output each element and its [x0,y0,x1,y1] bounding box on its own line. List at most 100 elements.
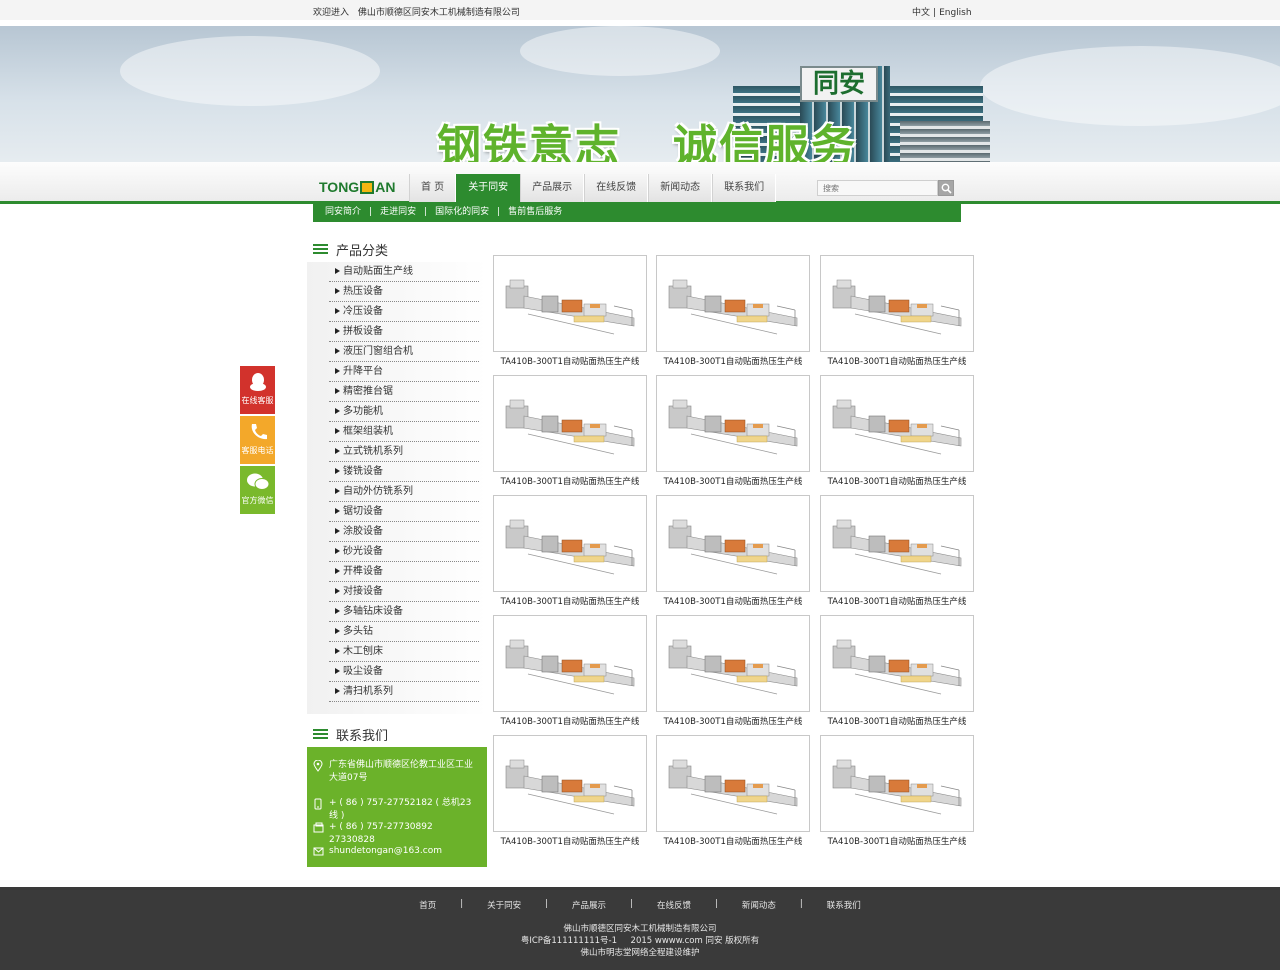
footer-link[interactable]: 在线反馈 [657,899,691,911]
product-card[interactable]: TA410B-300T1自动贴面热压生产线 [820,375,974,487]
category-item[interactable]: 自动贴面生产线 [329,262,479,282]
product-card[interactable]: TA410B-300T1自动贴面热压生产线 [493,735,647,847]
category-item[interactable]: 多轴钻床设备 [329,602,479,622]
category-item[interactable]: 木工刨床 [329,642,479,662]
fax-icon [313,822,324,833]
category-item[interactable]: 镂铣设备 [329,462,479,482]
sub-nav: 同安简介 | 走进同安 | 国际化的同安 | 售前售后服务 [313,204,961,222]
category-item[interactable]: 热压设备 [329,282,479,302]
search-button[interactable] [938,180,954,196]
lang-chinese-link[interactable]: 中文 [912,8,930,18]
product-card[interactable]: TA410B-300T1自动贴面热压生产线 [493,375,647,487]
product-card[interactable]: TA410B-300T1自动贴面热压生产线 [493,255,647,367]
category-item[interactable]: 自动外仿铣系列 [329,482,479,502]
product-image [656,255,810,352]
lang-english-link[interactable]: English [939,8,972,18]
product-image [656,615,810,712]
product-card[interactable]: TA410B-300T1自动贴面热压生产线 [820,255,974,367]
search-box [817,180,954,197]
sub-nav-item[interactable]: 同安简介 [325,204,361,221]
building-image [900,121,990,162]
product-card[interactable]: TA410B-300T1自动贴面热压生产线 [656,375,810,487]
product-image [820,375,974,472]
product-caption: TA410B-300T1自动贴面热压生产线 [663,597,803,607]
product-image [493,255,647,352]
machine-image [505,759,635,815]
footer-link[interactable]: 首页 [419,899,436,911]
sub-nav-item[interactable]: 走进同安 [380,204,416,221]
product-image [820,255,974,352]
welcome-prefix: 欢迎进入 [313,8,350,18]
product-caption: TA410B-300T1自动贴面热压生产线 [827,357,967,367]
product-caption: TA410B-300T1自动贴面热压生产线 [500,717,640,727]
product-card[interactable]: TA410B-300T1自动贴面热压生产线 [656,495,810,607]
arrow-right-icon [335,508,340,514]
category-item[interactable]: 立式铣机系列 [329,442,479,462]
category-label: 多轴钻床设备 [343,606,403,617]
arrow-right-icon [335,608,340,614]
category-item[interactable]: 开榫设备 [329,562,479,582]
category-item[interactable]: 对接设备 [329,582,479,602]
nav-item-6[interactable]: 联系我们 [712,174,777,202]
product-card[interactable]: TA410B-300T1自动贴面热压生产线 [820,735,974,847]
machine-image [668,759,798,815]
category-label: 自动外仿铣系列 [343,486,413,497]
category-item[interactable]: 吸尘设备 [329,662,479,682]
sub-nav-item[interactable]: 售前售后服务 [508,204,562,221]
category-item[interactable]: 砂光设备 [329,542,479,562]
category-item[interactable]: 多功能机 [329,402,479,422]
category-item[interactable]: 锯切设备 [329,502,479,522]
online-service-button[interactable]: 在线客服 [240,366,275,414]
category-label: 砂光设备 [343,546,383,557]
nav-item-2[interactable]: 关于同安 [456,174,521,202]
welcome-text: 欢迎进入 佛山市顺德区同安木工机械制造有限公司 [313,5,526,18]
category-item[interactable]: 清扫机系列 [329,682,479,702]
product-card[interactable]: TA410B-300T1自动贴面热压生产线 [820,495,974,607]
category-label: 多功能机 [343,406,383,417]
category-label: 涂胶设备 [343,526,383,537]
category-item[interactable]: 涂胶设备 [329,522,479,542]
product-card[interactable]: TA410B-300T1自动贴面热压生产线 [820,615,974,727]
company-logo[interactable]: TONG AN [319,179,395,195]
footer-link[interactable]: 新闻动态 [742,899,776,911]
product-caption: TA410B-300T1自动贴面热压生产线 [500,477,640,487]
nav-item-3[interactable]: 产品展示 [520,174,585,202]
category-item[interactable]: 框架组装机 [329,422,479,442]
sub-nav-separator: | [369,207,373,217]
search-input[interactable] [817,180,938,196]
contact-address: 广东省佛山市顺德区伦教工业区工业大道07号 [329,760,474,783]
category-item[interactable]: 多头钻 [329,622,479,642]
category-item[interactable]: 冷压设备 [329,302,479,322]
category-label: 立式铣机系列 [343,446,403,457]
product-card[interactable]: TA410B-300T1自动贴面热压生产线 [493,615,647,727]
product-caption: TA410B-300T1自动贴面热压生产线 [827,597,967,607]
product-image [493,735,647,832]
contact-email[interactable]: shundetongan@163.com [329,845,479,858]
official-wechat-button[interactable]: 官方微信 [240,466,275,514]
nav-item-5[interactable]: 新闻动态 [648,174,713,202]
footer-link[interactable]: 联系我们 [827,899,861,911]
nav-item-4[interactable]: 在线反馈 [584,174,649,202]
nav-item-1[interactable]: 首 页 [409,174,457,202]
product-card[interactable]: TA410B-300T1自动贴面热压生产线 [493,495,647,607]
product-card[interactable]: TA410B-300T1自动贴面热压生产线 [656,735,810,847]
contact-panel: 广东省佛山市顺德区伦教工业区工业大道07号 + ( 86 ) 757-27752… [307,747,487,867]
category-item[interactable]: 拼板设备 [329,322,479,342]
category-item[interactable]: 精密推台锯 [329,382,479,402]
category-label: 升降平台 [343,366,383,377]
footer-link[interactable]: 产品展示 [572,899,606,911]
product-card[interactable]: TA410B-300T1自动贴面热压生产线 [656,255,810,367]
category-item[interactable]: 液压门窗组合机 [329,342,479,362]
service-phone-button[interactable]: 客服电话 [240,416,275,464]
product-caption: TA410B-300T1自动贴面热压生产线 [663,717,803,727]
logo-text-left: TONG [319,179,360,195]
product-card[interactable]: TA410B-300T1自动贴面热压生产线 [656,615,810,727]
sub-nav-item[interactable]: 国际化的同安 [435,204,489,221]
footer-link[interactable]: 关于同安 [487,899,521,911]
footer-maintainer: 佛山市明志堂网络全程建设维护 [580,948,700,958]
category-item[interactable]: 升降平台 [329,362,479,382]
category-label: 镂铣设备 [343,466,383,477]
contact-header: 联系我们 [307,721,487,745]
footer-copyright: 粤ICP备111111111号-1 2015 wwww.com 同安 版权所有 [520,936,760,946]
page-footer: 首页 | 关于同安 | 产品展示 | 在线反馈 | 新闻动态 | 联系我们 佛山市顺德区同安木工机械… [0,887,1280,970]
